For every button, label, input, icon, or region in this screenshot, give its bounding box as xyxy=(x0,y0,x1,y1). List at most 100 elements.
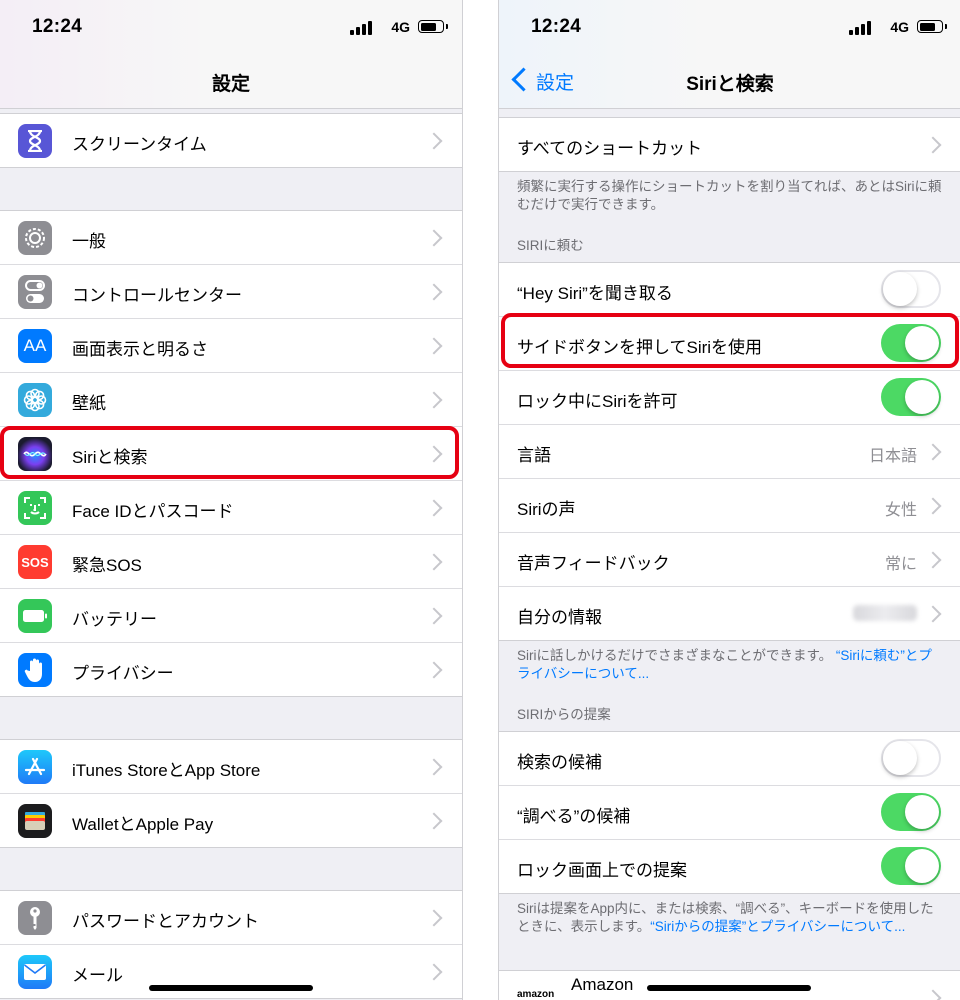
hey-siri-toggle[interactable] xyxy=(881,270,941,308)
lockscreen-suggestions-toggle[interactable] xyxy=(881,847,941,885)
settings-item-label: Face IDとパスコード xyxy=(72,502,234,521)
search-suggestions-toggle[interactable] xyxy=(881,739,941,777)
settings-item-face-id[interactable]: Face IDとパスコード xyxy=(0,481,462,535)
chevron-right-icon xyxy=(924,989,942,1000)
settings-screen: 12:24 4G 設定 スクリーンタイム 一般 コントロールセンター AA 画面… xyxy=(0,0,463,1000)
nav-bar: 設定 xyxy=(0,56,462,109)
chevron-right-icon xyxy=(425,812,443,830)
battery-icon xyxy=(18,599,52,633)
row-label: 言語 xyxy=(517,446,551,465)
language-row[interactable]: 言語 日本語 xyxy=(499,425,960,479)
face-id-icon xyxy=(18,491,52,525)
siri-footer: Siriに話しかけるだけでさまざまなことができます。 “Siriに頼む”とプライ… xyxy=(517,648,932,681)
chevron-right-icon xyxy=(425,283,443,301)
chevron-right-icon xyxy=(425,607,443,625)
row-value: 女性 xyxy=(884,502,917,519)
chevron-right-icon xyxy=(425,337,443,355)
gear-icon xyxy=(18,221,52,255)
row-label: 検索の候補 xyxy=(517,753,602,772)
nav-bar: 設定 Siriと検索 xyxy=(499,56,960,109)
settings-item-sos[interactable]: SOS 緊急SOS xyxy=(0,535,462,589)
lookup-suggestions-toggle[interactable] xyxy=(881,793,941,831)
chevron-right-icon xyxy=(425,132,443,150)
lookup-suggestions-row[interactable]: “調べる”の候補 xyxy=(499,786,960,840)
settings-item-label: コントロールセンター xyxy=(72,286,242,305)
search-suggestions-row[interactable]: 検索の候補 xyxy=(499,732,960,786)
status-bar: 12:24 4G xyxy=(0,0,462,56)
chevron-right-icon xyxy=(924,605,942,623)
section-header-siri: SIRIに頼む xyxy=(517,238,584,253)
settings-item-control-center[interactable]: コントロールセンター xyxy=(0,265,462,319)
chevron-right-icon xyxy=(425,963,443,981)
row-label: Siriの声 xyxy=(517,500,576,519)
settings-item-label: メール xyxy=(72,966,123,985)
home-indicator xyxy=(647,985,811,991)
status-bar: 12:24 4G xyxy=(499,0,960,56)
settings-item-wallet[interactable]: WalletとApple Pay xyxy=(0,794,462,847)
chevron-right-icon xyxy=(425,499,443,517)
home-indicator xyxy=(149,985,313,991)
row-label: 音声フィードバック xyxy=(517,554,670,573)
row-label: Amazon xyxy=(571,975,634,994)
highlight-side-button-row xyxy=(501,313,959,368)
row-label: ロック中にSiriを許可 xyxy=(517,392,678,411)
settings-item-battery[interactable]: バッテリー xyxy=(0,589,462,643)
settings-item-label: スクリーンタイム xyxy=(72,135,207,154)
siri-locked-toggle[interactable] xyxy=(881,378,941,416)
settings-group-4: パスワードとアカウント メール xyxy=(0,890,462,999)
all-shortcuts-row[interactable]: すべてのショートカット xyxy=(499,118,960,171)
hand-icon xyxy=(18,653,52,687)
settings-item-screen-time[interactable]: スクリーンタイム xyxy=(0,114,462,167)
row-label: ロック画面上での提案 xyxy=(517,861,687,880)
chevron-right-icon xyxy=(924,497,942,515)
settings-item-label: 一般 xyxy=(72,232,106,251)
page-title: 設定 xyxy=(211,74,250,95)
suggestions-group: 検索の候補 “調べる”の候補 ロック画面上での提案 xyxy=(499,731,960,894)
signal-icon xyxy=(350,21,372,35)
settings-item-wallpaper[interactable]: 壁紙 xyxy=(0,373,462,427)
settings-item-privacy[interactable]: プライバシー xyxy=(0,643,462,696)
wallet-icon xyxy=(18,804,52,838)
settings-item-display[interactable]: AA 画面表示と明るさ xyxy=(0,319,462,373)
row-value: 日本語 xyxy=(868,448,917,465)
settings-item-label: パスワードとアカウント xyxy=(72,912,259,931)
settings-item-passwords[interactable]: パスワードとアカウント xyxy=(0,891,462,945)
blurred-name xyxy=(853,605,917,621)
highlight-siri-row xyxy=(0,426,459,479)
mail-icon xyxy=(18,955,52,989)
row-label: “調べる”の候補 xyxy=(517,807,631,826)
suggestions-privacy-link[interactable]: “Siriからの提案”とプライバシーについて... xyxy=(650,919,905,934)
flower-icon xyxy=(18,383,52,417)
network-type: 4G xyxy=(890,19,909,35)
toggles-icon xyxy=(18,275,52,309)
chevron-right-icon xyxy=(425,553,443,571)
settings-group-3: iTunes StoreとApp Store WalletとApple Pay xyxy=(0,739,462,848)
app-store-icon xyxy=(18,750,52,784)
chevron-right-icon xyxy=(924,443,942,461)
my-info-row[interactable]: 自分の情報 xyxy=(499,587,960,640)
chevron-right-icon xyxy=(924,136,942,154)
chevron-right-icon xyxy=(425,661,443,679)
signal-icon xyxy=(849,21,871,35)
lockscreen-suggestions-row[interactable]: ロック画面上での提案 xyxy=(499,840,960,893)
network-type: 4G xyxy=(391,19,410,35)
siri-locked-row[interactable]: ロック中にSiriを許可 xyxy=(499,371,960,425)
settings-item-label: バッテリー xyxy=(72,610,157,629)
settings-item-label: WalletとApple Pay xyxy=(72,815,214,834)
hey-siri-row[interactable]: “Hey Siri”を聞き取る xyxy=(499,263,960,317)
settings-group-1: スクリーンタイム xyxy=(0,113,462,168)
settings-item-app-store[interactable]: iTunes StoreとApp Store xyxy=(0,740,462,794)
settings-item-general[interactable]: 一般 xyxy=(0,211,462,265)
siri-voice-row[interactable]: Siriの声 女性 xyxy=(499,479,960,533)
settings-item-label: 画面表示と明るさ xyxy=(72,340,208,359)
battery-status-icon xyxy=(418,20,448,33)
battery-status-icon xyxy=(917,20,947,33)
chevron-right-icon xyxy=(924,551,942,569)
sos-icon: SOS xyxy=(18,545,52,579)
siri-search-screen: 12:24 4G 設定 Siriと検索 すべてのショートカット 頻繁に実行する操… xyxy=(498,0,960,1000)
status-time: 12:24 xyxy=(531,16,582,37)
settings-list[interactable]: スクリーンタイム 一般 コントロールセンター AA 画面表示と明るさ 壁紙 Si… xyxy=(0,109,462,1000)
siri-settings-list[interactable]: すべてのショートカット 頻繁に実行する操作にショートカットを割り当てれば、あとは… xyxy=(499,109,960,1000)
settings-item-label: プライバシー xyxy=(72,664,174,683)
voice-feedback-row[interactable]: 音声フィードバック 常に xyxy=(499,533,960,587)
